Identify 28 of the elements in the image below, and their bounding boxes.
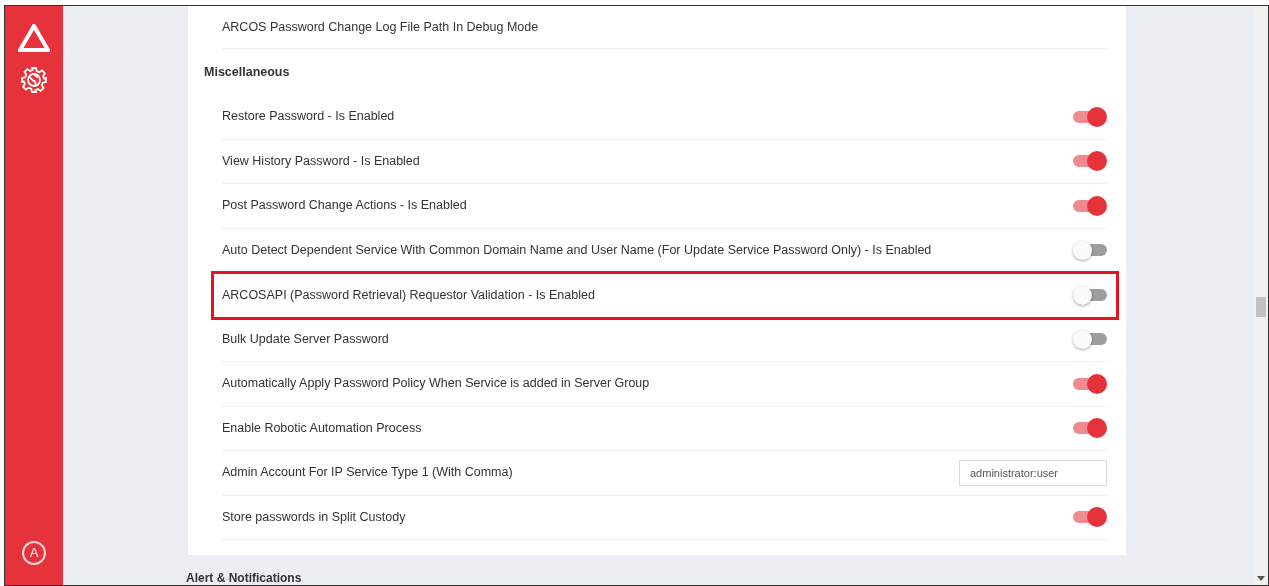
toggle-switch[interactable] bbox=[1073, 239, 1107, 262]
toggle-switch[interactable] bbox=[1073, 194, 1107, 217]
toggle-switch[interactable] bbox=[1073, 328, 1107, 351]
toggle-switch[interactable] bbox=[1073, 105, 1107, 128]
setting-label: Post Password Change Actions - Is Enabled bbox=[222, 197, 468, 215]
setting-label: Store passwords in Split Custody bbox=[222, 508, 407, 526]
toggle-switch[interactable] bbox=[1073, 372, 1107, 395]
logo-icon[interactable] bbox=[18, 24, 50, 52]
section-title: Alert & Notifications bbox=[186, 571, 302, 585]
section-title: Miscellaneous bbox=[204, 63, 290, 81]
setting-label: Auto Detect Dependent Service With Common Domain Name and User Name (For Update Service Password Only) - Is Enabled bbox=[222, 241, 933, 259]
scroll-thumb[interactable] bbox=[1256, 297, 1266, 317]
setting-label: View History Password - Is Enabled bbox=[222, 152, 421, 170]
scroll-down-icon[interactable] bbox=[1257, 576, 1265, 581]
toggle-switch[interactable] bbox=[1073, 417, 1107, 440]
setting-label: Bulk Update Server Password bbox=[222, 330, 390, 348]
avatar[interactable]: A bbox=[22, 541, 46, 565]
setting-label: Automatically Apply Password Policy When Service is added in Server Group bbox=[222, 375, 651, 393]
setting-label: ARCOSAPI (Password Retrieval) Requestor Validation - Is Enabled bbox=[222, 286, 596, 304]
settings-icon[interactable] bbox=[20, 66, 48, 94]
input-field[interactable]: administrator:user bbox=[959, 459, 1107, 486]
toggle-switch[interactable] bbox=[1073, 150, 1107, 173]
toggle-switch[interactable] bbox=[1073, 284, 1107, 307]
setting-label: ARCOS Password Change Log File Path In Debug Mode bbox=[222, 18, 539, 36]
setting-label: Admin Account For IP Service Type 1 (With Comma) bbox=[222, 464, 514, 482]
toggle-switch[interactable] bbox=[1073, 506, 1107, 529]
setting-label: Restore Password - Is Enabled bbox=[222, 108, 396, 126]
setting-label: Enable Robotic Automation Process bbox=[222, 419, 423, 437]
